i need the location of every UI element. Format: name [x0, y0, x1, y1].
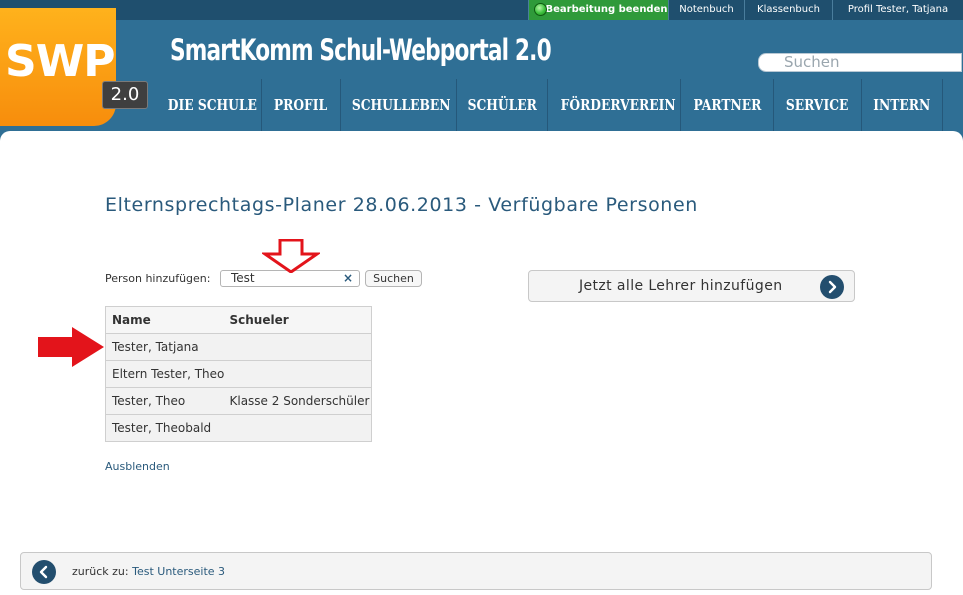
site-title: SmartKomm Schul-Webportal 2.0: [170, 33, 552, 67]
green-dot-icon: [534, 3, 547, 16]
nav-item-profil[interactable]: PROFIL: [262, 79, 341, 131]
search-button[interactable]: Suchen: [365, 270, 422, 287]
add-all-teachers-label: Jetzt alle Lehrer hinzufügen: [579, 278, 783, 294]
close-icon[interactable]: ×: [343, 271, 353, 286]
notenbuch-link[interactable]: Notenbuch: [668, 0, 744, 20]
nav-item-service[interactable]: SERVICE: [774, 79, 862, 131]
site-header: SWP 2.0 SmartKomm Schul-Webportal 2.0 Su…: [0, 8, 963, 131]
nav-item-intern[interactable]: INTERN: [862, 79, 943, 131]
nav-item-schueler[interactable]: SCHÜLER: [457, 79, 548, 131]
main-navigation: DIE SCHULE PROFIL SCHULLEBEN SCHÜLER FÖR…: [158, 79, 943, 131]
add-all-teachers-button[interactable]: Jetzt alle Lehrer hinzufügen: [528, 270, 855, 302]
nav-item-die-schule[interactable]: DIE SCHULE: [158, 79, 262, 131]
site-search-input[interactable]: Suchen: [758, 53, 962, 72]
nav-item-partner[interactable]: PARTNER: [681, 79, 774, 131]
cell-schueler: [225, 360, 372, 388]
page-title: Elternsprechtags-Planer 28.06.2013 - Ver…: [105, 194, 698, 216]
cell-name[interactable]: Tester, Tatjana: [105, 333, 226, 361]
column-header-name: Name: [105, 306, 226, 334]
end-editing-button[interactable]: Bearbeitung beenden: [528, 0, 668, 20]
top-utility-bar: Bearbeitung beenden Notenbuch Klassenbuc…: [0, 0, 963, 20]
add-person-label: Person hinzufügen:: [105, 272, 211, 285]
annotation-down-arrow-icon: [262, 239, 320, 273]
table-header-row: Name Schueler: [105, 306, 372, 334]
profile-link[interactable]: Profil Tester, Tatjana: [832, 0, 963, 20]
cell-schueler: Klasse 2 Sonderschüler: [225, 387, 372, 415]
back-navigation-bar[interactable]: zurück zu: Test Unterseite 3: [20, 552, 932, 590]
back-label: zurück zu: Test Unterseite 3: [72, 565, 225, 578]
cell-schueler: [225, 333, 372, 361]
results-table: Name Schueler Tester, Tatjana Eltern Tes…: [105, 306, 372, 442]
end-editing-label: Bearbeitung beenden: [545, 4, 668, 15]
nav-item-schulleben[interactable]: SCHULLEBEN: [341, 79, 457, 131]
cell-name[interactable]: Eltern Tester, Theo: [105, 360, 226, 388]
hide-link[interactable]: Ausblenden: [105, 460, 170, 473]
chevron-left-icon: [32, 560, 56, 584]
table-row[interactable]: Tester, Tatjana: [105, 333, 372, 361]
person-search-value: Test: [231, 271, 255, 285]
logo-text: SWP: [5, 36, 115, 87]
table-row[interactable]: Eltern Tester, Theo: [105, 360, 372, 388]
cell-name[interactable]: Tester, Theobald: [105, 414, 226, 442]
back-prefix: zurück zu:: [72, 565, 129, 578]
cell-name[interactable]: Tester, Theo: [105, 387, 226, 415]
klassenbuch-link[interactable]: Klassenbuch: [744, 0, 832, 20]
annotation-right-arrow-icon: [38, 327, 104, 367]
logo-version-badge: 2.0: [102, 81, 148, 109]
nav-item-foerderverein[interactable]: FÖRDERVEREIN: [548, 79, 681, 131]
table-row[interactable]: Tester, Theobald: [105, 414, 372, 442]
chevron-right-icon: [820, 275, 844, 299]
table-row[interactable]: Tester, Theo Klasse 2 Sonderschüler: [105, 387, 372, 415]
column-header-schueler: Schueler: [225, 306, 372, 334]
swp-logo[interactable]: SWP: [0, 8, 116, 126]
cell-schueler: [225, 414, 372, 442]
content-panel: Elternsprechtags-Planer 28.06.2013 - Ver…: [0, 131, 963, 595]
back-target-link[interactable]: Test Unterseite 3: [132, 565, 225, 578]
